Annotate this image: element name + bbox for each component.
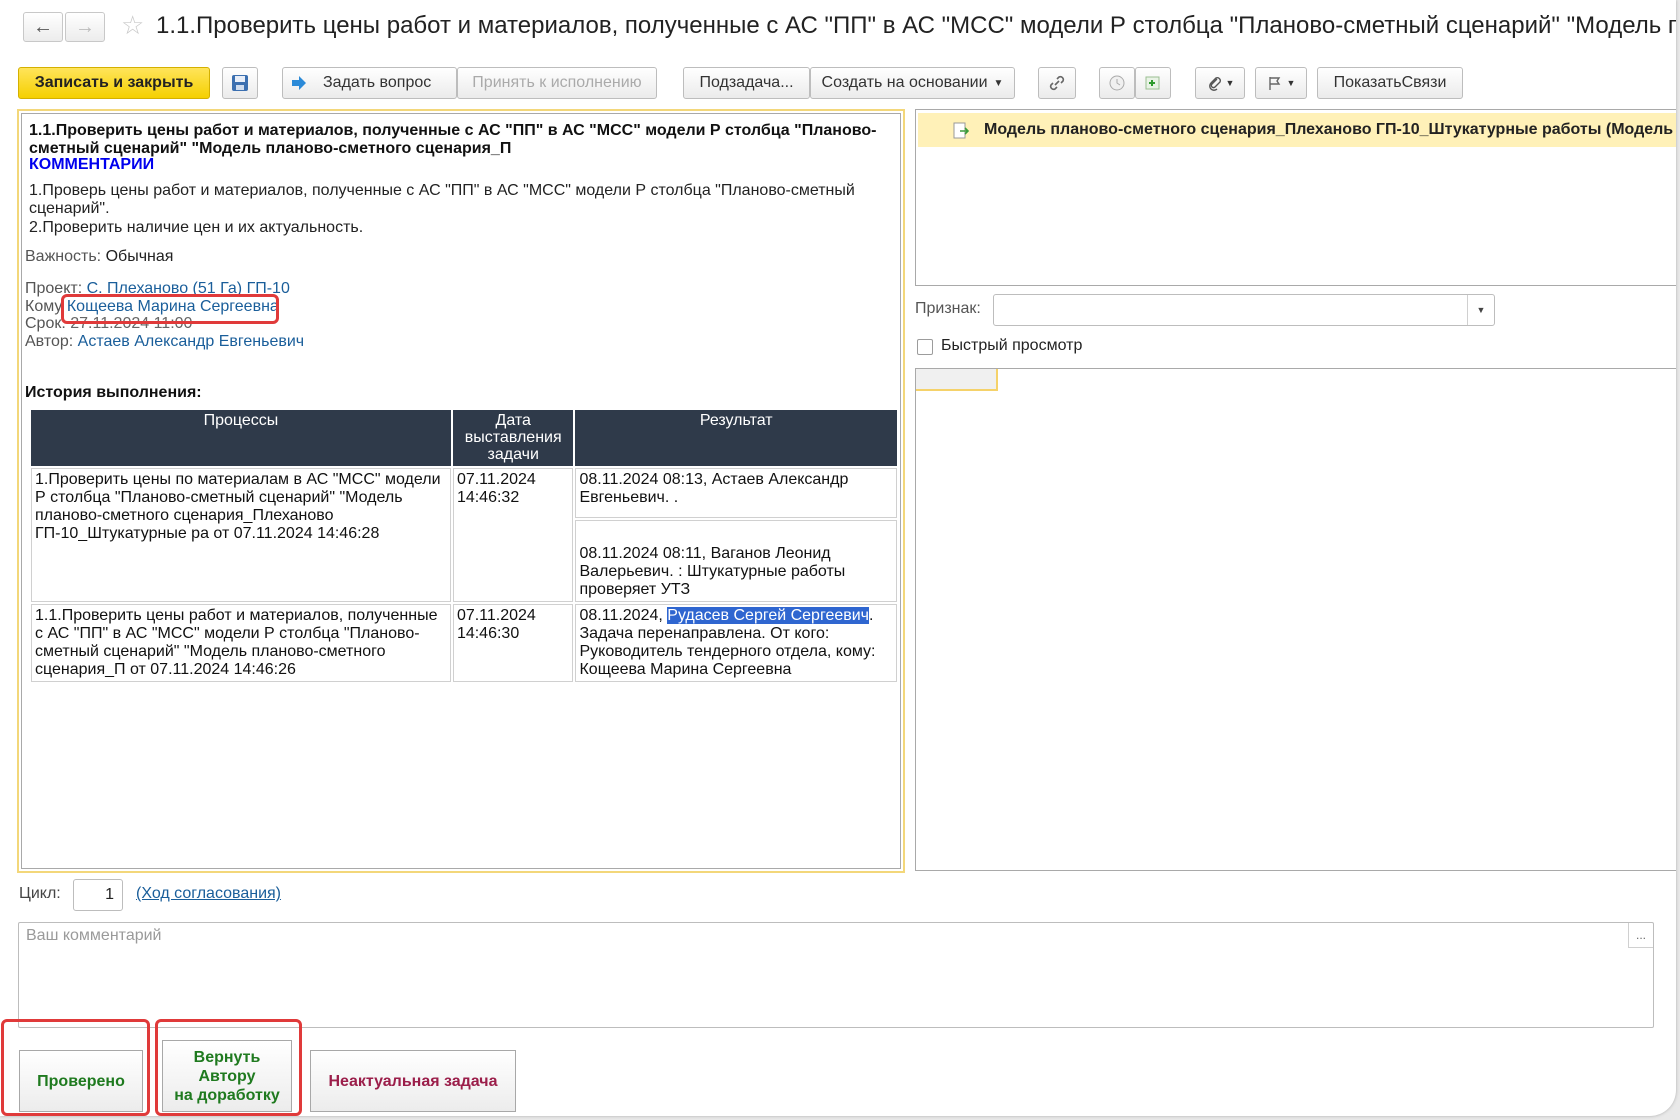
attachments-button[interactable]: ▼ bbox=[1195, 67, 1245, 99]
page-title: 1.1.Проверить цены работ и материалов, п… bbox=[156, 12, 1676, 39]
cycle-label: Цикл: bbox=[19, 885, 61, 902]
add-green-icon bbox=[1145, 76, 1160, 90]
result-cell: 08.11.2024 08:13, Астаев Александр Евген… bbox=[575, 468, 897, 518]
comment-line-2: 2.Проверить наличие цен и их актуальност… bbox=[29, 219, 364, 236]
comments-heading: КОММЕНТАРИИ bbox=[29, 156, 155, 173]
dropdown-arrow-icon: ▼ bbox=[993, 77, 1004, 89]
return-highlight-frame bbox=[155, 1019, 302, 1116]
author-row: Автор: Астаев Александр Евгеньевич bbox=[25, 333, 304, 351]
dropdown-arrow-icon: ▼ bbox=[1286, 78, 1296, 88]
save-button[interactable] bbox=[222, 67, 258, 99]
history-heading: История выполнения: bbox=[25, 384, 202, 401]
to-label: Кому bbox=[25, 298, 63, 315]
history-button[interactable] bbox=[1099, 67, 1135, 99]
column-header-result: Результат bbox=[575, 410, 897, 466]
related-item-row[interactable]: Модель планово-сметного сценария_Плехано… bbox=[918, 113, 1676, 147]
comment-placeholder: Ваш комментарий bbox=[26, 927, 162, 944]
task-description-frame: 1.1.Проверить цены работ и материалов, п… bbox=[21, 113, 901, 869]
table-row: 1.Проверить цены по материалам в АС "МСС… bbox=[31, 468, 897, 602]
subtask-button[interactable]: Подзадача... bbox=[683, 67, 810, 99]
create-based-on-button[interactable]: Создать на основании ▼ bbox=[810, 67, 1015, 99]
dropdown-arrow-icon[interactable]: ▼ bbox=[1467, 295, 1494, 325]
importance-label: Важность: bbox=[25, 248, 102, 265]
task-window: ← → ☆ 1.1.Проверить цены работ и материа… bbox=[0, 0, 1676, 1116]
link-icon bbox=[1049, 75, 1065, 91]
author-link[interactable]: Астаев Александр Евгеньевич bbox=[78, 333, 304, 350]
comment-line-1: 1.Проверь цены работ и материалов, получ… bbox=[29, 182, 855, 217]
clock-icon bbox=[1109, 75, 1125, 91]
deadline-label: Срок: bbox=[25, 315, 66, 332]
floppy-disk-icon bbox=[232, 75, 248, 91]
back-button[interactable]: ← bbox=[23, 12, 63, 42]
forward-button[interactable]: → bbox=[65, 12, 105, 42]
comment-field[interactable]: Ваш комментарий ... bbox=[18, 922, 1654, 1028]
document-arrow-icon bbox=[953, 122, 970, 139]
checked-highlight-frame bbox=[1, 1019, 150, 1116]
result-prefix: 08.11.2024, bbox=[579, 607, 668, 624]
quick-view-label: Быстрый просмотр bbox=[941, 337, 1083, 354]
date-cell: 07.11.2024 14:46:32 bbox=[452, 468, 574, 602]
accept-for-execution-button[interactable]: Принять к исполнению bbox=[457, 67, 657, 99]
preview-tab[interactable] bbox=[916, 369, 998, 391]
create-based-on-label: Создать на основании bbox=[821, 74, 988, 91]
assignee-highlight-frame bbox=[61, 294, 279, 324]
task-description-panel: 1.1.Проверить цены работ и материалов, п… bbox=[17, 109, 905, 873]
cycle-value: 1 bbox=[105, 886, 114, 903]
dropdown-arrow-icon: ▼ bbox=[1225, 78, 1235, 88]
link-button[interactable] bbox=[1038, 67, 1076, 99]
irrelevant-task-button[interactable]: Неактуальная задача bbox=[310, 1050, 516, 1112]
result-cell: 08.11.2024, Рудасев Сергей Сергеевич. За… bbox=[575, 604, 897, 682]
ask-question-button[interactable]: Задать вопрос bbox=[282, 67, 457, 99]
paperclip-icon bbox=[1208, 77, 1221, 91]
process-cell: 1.1.Проверить цены работ и материалов, п… bbox=[31, 604, 451, 682]
importance-value: Обычная bbox=[105, 248, 174, 265]
result-cell: 08.11.2024 08:11, Ваганов Леонид Валерье… bbox=[575, 520, 897, 602]
arrow-left-icon: ← bbox=[33, 15, 53, 38]
add-to-group-button[interactable] bbox=[1135, 67, 1171, 99]
comment-more-button[interactable]: ... bbox=[1628, 923, 1653, 948]
favorite-star-icon[interactable]: ☆ bbox=[121, 10, 144, 41]
arrow-right-icon: → bbox=[75, 15, 95, 38]
column-header-processes: Процессы bbox=[31, 410, 451, 466]
history-table: Процессы Дата выставления задачи Результ… bbox=[29, 408, 899, 684]
cycle-field[interactable]: 1 bbox=[73, 879, 123, 911]
save-and-close-button[interactable]: Записать и закрыть bbox=[18, 67, 210, 99]
sign-label: Признак: bbox=[915, 300, 981, 317]
column-header-date: Дата выставления задачи bbox=[452, 410, 574, 466]
flag-button[interactable]: ▼ bbox=[1255, 67, 1307, 99]
history-header-row: Процессы Дата выставления задачи Результ… bbox=[31, 410, 897, 466]
table-row: 1.1.Проверить цены работ и материалов, п… bbox=[31, 604, 897, 682]
quick-view-checkbox[interactable] bbox=[917, 339, 933, 355]
task-heading: 1.1.Проверить цены работ и материалов, п… bbox=[29, 122, 877, 157]
date-cell: 07.11.2024 14:46:30 bbox=[452, 604, 574, 682]
author-label: Автор: bbox=[25, 333, 74, 350]
preview-area bbox=[915, 368, 1676, 871]
ask-question-label: Задать вопрос bbox=[323, 74, 432, 91]
importance-row: Важность: Обычная bbox=[25, 248, 173, 266]
approval-progress-link[interactable]: (Ход согласования) bbox=[136, 885, 281, 903]
related-item-label: Модель планово-сметного сценария_Плехано… bbox=[984, 121, 1674, 138]
related-items-list: Модель планово-сметного сценария_Плехано… bbox=[915, 109, 1676, 286]
sign-select[interactable]: ▼ bbox=[993, 294, 1495, 326]
selected-person-text: Рудасев Сергей Сергеевич bbox=[667, 607, 870, 624]
process-cell: 1.Проверить цены по материалам в АС "МСС… bbox=[31, 468, 451, 602]
show-links-button[interactable]: ПоказатьСвязи bbox=[1317, 67, 1463, 99]
arrow-right-blue-icon bbox=[292, 76, 306, 90]
flag-icon bbox=[1268, 77, 1280, 90]
